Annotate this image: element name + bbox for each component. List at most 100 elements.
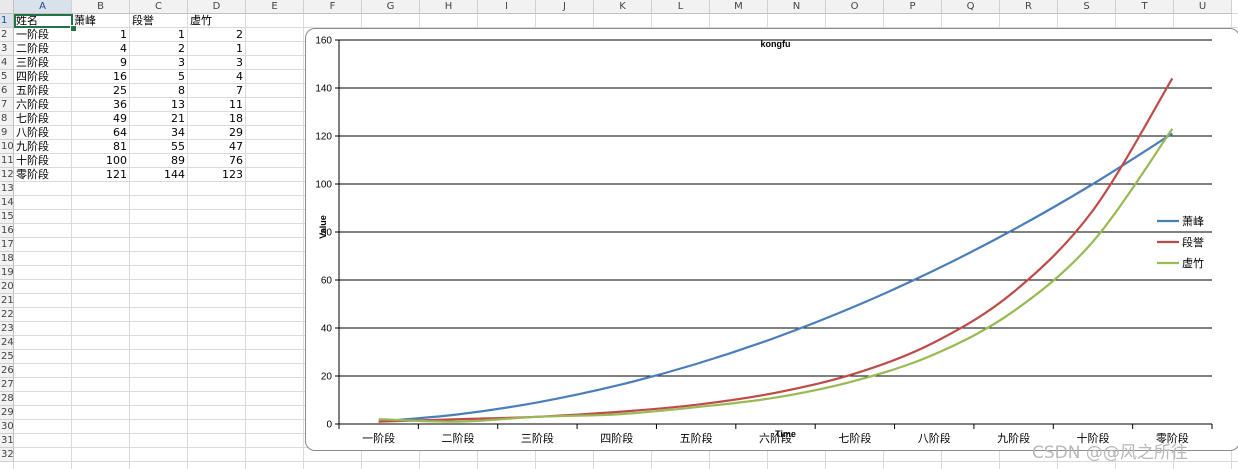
row-header-14[interactable]: 14	[0, 196, 14, 210]
column-header-s[interactable]: S	[1058, 0, 1116, 14]
table-cell[interactable]: 五阶段	[14, 84, 72, 98]
row-header-7[interactable]: 7	[0, 98, 14, 112]
table-cell[interactable]: 7	[188, 84, 246, 98]
row-header-32[interactable]: 32	[0, 448, 14, 462]
column-header-q[interactable]: Q	[942, 0, 1000, 14]
row-header-29[interactable]: 29	[0, 406, 14, 420]
row-header-2[interactable]: 2	[0, 28, 14, 42]
row-header-5[interactable]: 5	[0, 70, 14, 84]
table-cell[interactable]: 八阶段	[14, 126, 72, 140]
table-cell[interactable]: 4	[72, 42, 130, 56]
column-header-o[interactable]: O	[826, 0, 884, 14]
table-cell[interactable]: 76	[188, 154, 246, 168]
table-cell[interactable]: 29	[188, 126, 246, 140]
line-chart[interactable]: 0 20 40 60 80 100 120 140 160 一阶段 二阶段 三阶段 四阶段 五阶段 六阶段七…	[305, 28, 1238, 451]
row-header-25[interactable]: 25	[0, 350, 14, 364]
table-cell[interactable]: 123	[188, 168, 246, 182]
table-cell[interactable]: 1	[188, 42, 246, 56]
row-header-24[interactable]: 24	[0, 336, 14, 350]
column-header-n[interactable]: N	[768, 0, 826, 14]
table-cell[interactable]: 8	[130, 84, 188, 98]
row-header-26[interactable]: 26	[0, 364, 14, 378]
table-cell[interactable]: 1	[130, 28, 188, 42]
table-cell[interactable]: 3	[130, 56, 188, 70]
table-cell[interactable]: 18	[188, 112, 246, 126]
column-header-j[interactable]: J	[536, 0, 594, 14]
table-cell[interactable]: 六阶段	[14, 98, 72, 112]
row-header-10[interactable]: 10	[0, 140, 14, 154]
table-cell[interactable]: 9	[72, 56, 130, 70]
row-header-1[interactable]: 1	[0, 14, 14, 28]
column-header-d[interactable]: D	[188, 0, 246, 14]
table-cell[interactable]: 81	[72, 140, 130, 154]
table-cell[interactable]: 11	[188, 98, 246, 112]
fill-handle[interactable]	[70, 25, 77, 32]
table-cell[interactable]: 21	[130, 112, 188, 126]
row-header-20[interactable]: 20	[0, 280, 14, 294]
row-header-11[interactable]: 11	[0, 154, 14, 168]
row-header-13[interactable]: 13	[0, 182, 14, 196]
cell-header-1[interactable]: 萧峰	[72, 14, 130, 28]
cell-header-3[interactable]: 虚竹	[188, 14, 246, 28]
table-cell[interactable]: 一阶段	[14, 28, 72, 42]
table-cell[interactable]: 四阶段	[14, 70, 72, 84]
row-header-15[interactable]: 15	[0, 210, 14, 224]
cell-header-2[interactable]: 段誉	[130, 14, 188, 28]
table-cell[interactable]: 55	[130, 140, 188, 154]
column-header-m[interactable]: M	[710, 0, 768, 14]
row-header-8[interactable]: 8	[0, 112, 14, 126]
row-header-16[interactable]: 16	[0, 224, 14, 238]
column-header-g[interactable]: G	[362, 0, 420, 14]
row-header-22[interactable]: 22	[0, 308, 14, 322]
row-header-19[interactable]: 19	[0, 266, 14, 280]
table-cell[interactable]: 2	[130, 42, 188, 56]
row-header-27[interactable]: 27	[0, 378, 14, 392]
table-cell[interactable]: 2	[188, 28, 246, 42]
table-cell[interactable]: 47	[188, 140, 246, 154]
table-cell[interactable]: 89	[130, 154, 188, 168]
row-header-28[interactable]: 28	[0, 392, 14, 406]
row-header-9[interactable]: 9	[0, 126, 14, 140]
column-header-k[interactable]: K	[594, 0, 652, 14]
column-header-u[interactable]: U	[1174, 0, 1232, 14]
table-cell[interactable]: 零阶段	[14, 168, 72, 182]
table-cell[interactable]: 七阶段	[14, 112, 72, 126]
table-cell[interactable]: 64	[72, 126, 130, 140]
row-header-30[interactable]: 30	[0, 420, 14, 434]
column-header-r[interactable]: R	[1000, 0, 1058, 14]
column-header-b[interactable]: B	[72, 0, 130, 14]
table-cell[interactable]: 49	[72, 112, 130, 126]
table-cell[interactable]: 36	[72, 98, 130, 112]
column-header-t[interactable]: T	[1116, 0, 1174, 14]
column-header-i[interactable]: I	[478, 0, 536, 14]
column-header-c[interactable]: C	[130, 0, 188, 14]
table-cell[interactable]: 16	[72, 70, 130, 84]
column-header-l[interactable]: L	[652, 0, 710, 14]
table-cell[interactable]: 34	[130, 126, 188, 140]
table-cell[interactable]: 1	[72, 28, 130, 42]
row-header-17[interactable]: 17	[0, 238, 14, 252]
table-cell[interactable]: 3	[188, 56, 246, 70]
table-cell[interactable]: 121	[72, 168, 130, 182]
column-header-e[interactable]: E	[246, 0, 304, 14]
table-cell[interactable]: 三阶段	[14, 56, 72, 70]
table-cell[interactable]: 100	[72, 154, 130, 168]
row-header-21[interactable]: 21	[0, 294, 14, 308]
row-header-6[interactable]: 6	[0, 84, 14, 98]
row-header-3[interactable]: 3	[0, 42, 14, 56]
row-header-4[interactable]: 4	[0, 56, 14, 70]
table-cell[interactable]: 九阶段	[14, 140, 72, 154]
table-cell[interactable]: 144	[130, 168, 188, 182]
table-cell[interactable]: 5	[130, 70, 188, 84]
column-header-h[interactable]: H	[420, 0, 478, 14]
row-header-23[interactable]: 23	[0, 322, 14, 336]
table-cell[interactable]: 13	[130, 98, 188, 112]
table-cell[interactable]: 4	[188, 70, 246, 84]
column-header-p[interactable]: P	[884, 0, 942, 14]
table-cell[interactable]: 25	[72, 84, 130, 98]
column-header-f[interactable]: F	[304, 0, 362, 14]
select-all-corner[interactable]	[0, 0, 14, 14]
table-cell[interactable]: 十阶段	[14, 154, 72, 168]
row-header-31[interactable]: 31	[0, 434, 14, 448]
row-header-12[interactable]: 12	[0, 168, 14, 182]
